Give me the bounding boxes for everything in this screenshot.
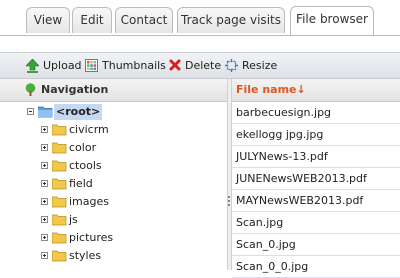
tab-edit[interactable]: Edit	[72, 7, 112, 33]
folder-label: ctools	[69, 159, 102, 172]
file-toolbar: Upload Thumbnails Delete Resize	[0, 52, 400, 79]
folder-label: color	[69, 141, 97, 154]
file-name: Scan.jpg	[236, 216, 284, 229]
splitter-grip	[228, 204, 230, 206]
file-name: MAYNewsWEB2013.pdf	[236, 194, 364, 207]
splitter-grip	[228, 200, 230, 202]
folder-label: images	[69, 195, 109, 208]
delete-button[interactable]: Delete	[169, 57, 222, 75]
delete-icon	[169, 59, 181, 71]
folder-label: styles	[69, 249, 102, 262]
navigation-title: Navigation	[41, 83, 109, 96]
tree-folder-styles[interactable]: styles	[40, 248, 220, 264]
tab-contact[interactable]: Contact	[115, 7, 173, 33]
thumbnails-label: Thumbnails	[102, 59, 166, 72]
tree-folder-pictures[interactable]: pictures	[40, 230, 220, 246]
file-row[interactable]: JULYNews-13.pdf	[232, 146, 400, 168]
folder-icon	[52, 250, 67, 262]
file-row[interactable]: ekellogg jpg.jpg	[232, 124, 400, 146]
expand-toggle[interactable]	[41, 198, 48, 205]
file-name: ekellogg jpg.jpg	[236, 128, 324, 141]
folder-icon	[52, 142, 67, 154]
thumbnails-icon	[85, 59, 98, 72]
expand-toggle[interactable]	[41, 180, 48, 187]
upload-label: Upload	[43, 59, 82, 72]
expand-toggle[interactable]	[41, 234, 48, 241]
tab-bar: View Edit Contact Track page visits File…	[0, 0, 400, 36]
folder-label: js	[69, 213, 78, 226]
tab-file-browser[interactable]: File browser	[290, 6, 374, 35]
folder-icon	[52, 214, 67, 226]
tree-folder-images[interactable]: images	[40, 194, 220, 210]
expand-toggle[interactable]	[41, 126, 48, 133]
tree-folder-js[interactable]: js	[40, 212, 220, 228]
content-spacer	[0, 36, 400, 52]
tree-folder-field[interactable]: field	[40, 176, 220, 192]
file-row[interactable]: MAYNewsWEB2013.pdf	[232, 190, 400, 212]
folder-icon	[52, 124, 67, 136]
tree-folder-color[interactable]: color	[40, 140, 220, 156]
navigation-header: Navigation	[0, 79, 227, 102]
tab-view[interactable]: View	[26, 7, 70, 33]
file-name: JUNENewsWEB2013.pdf	[236, 172, 367, 185]
folder-open-icon	[38, 106, 53, 118]
delete-label: Delete	[185, 59, 222, 72]
thumbnails-button[interactable]: Thumbnails	[85, 57, 166, 75]
file-name: Scan_0_0.jpg	[236, 260, 309, 273]
file-name: barbecuesign.jpg	[236, 106, 332, 119]
navigation-pane: Navigation <root> civicrm color ctools f…	[0, 79, 227, 270]
folder-label: field	[69, 177, 93, 190]
resize-button[interactable]: Resize	[225, 57, 277, 75]
tree-folder-civicrm[interactable]: civicrm	[40, 122, 220, 138]
folder-icon	[52, 232, 67, 244]
collapse-toggle[interactable]	[27, 108, 34, 115]
folder-icon	[52, 196, 67, 208]
file-row[interactable]: barbecuesign.jpg	[232, 102, 400, 124]
folder-label: pictures	[69, 231, 114, 244]
file-row[interactable]: JUNENewsWEB2013.pdf	[232, 168, 400, 190]
tree-root[interactable]: <root>	[26, 104, 226, 120]
column-header-filename[interactable]: File name↓	[232, 79, 400, 102]
tab-track-page-visits[interactable]: Track page visits	[177, 7, 285, 33]
column-header-label: File name↓	[236, 83, 306, 96]
resize-label: Resize	[242, 59, 278, 72]
expand-toggle[interactable]	[41, 162, 48, 169]
resize-icon	[225, 59, 238, 72]
file-list-pane: File name↓ barbecuesign.jpg ekellogg jpg…	[232, 79, 400, 278]
expand-toggle[interactable]	[41, 216, 48, 223]
file-name: JULYNews-13.pdf	[236, 150, 328, 163]
file-row[interactable]: Scan_0_0.jpg	[232, 256, 400, 278]
expand-toggle[interactable]	[41, 252, 48, 259]
root-label: <root>	[54, 104, 103, 120]
upload-icon	[26, 59, 39, 73]
folder-icon	[52, 160, 67, 172]
folder-label: civicrm	[69, 123, 109, 136]
tree-icon	[25, 83, 36, 96]
splitter-grip	[228, 196, 230, 198]
tree-folder-ctools[interactable]: ctools	[40, 158, 220, 174]
expand-toggle[interactable]	[41, 144, 48, 151]
file-row[interactable]: Scan.jpg	[232, 212, 400, 234]
upload-button[interactable]: Upload	[26, 57, 82, 75]
file-name: Scan_0.jpg	[236, 238, 296, 251]
folder-icon	[52, 178, 67, 190]
file-row[interactable]: Scan_0.jpg	[232, 234, 400, 256]
